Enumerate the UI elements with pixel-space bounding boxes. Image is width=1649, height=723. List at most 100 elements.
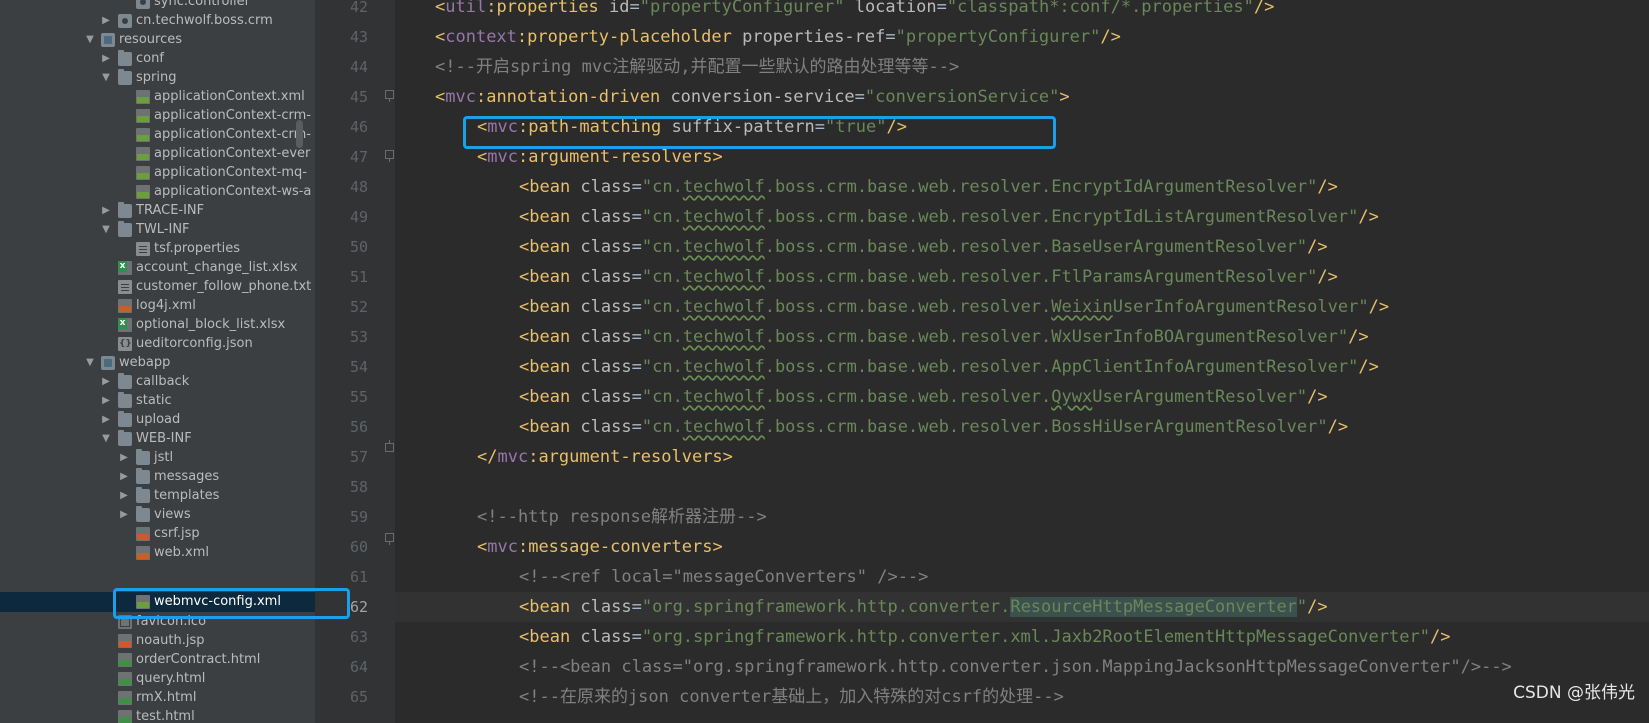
folder-icon bbox=[118, 69, 132, 85]
tree-item-label: tsf.properties bbox=[154, 241, 240, 256]
tree-item-file[interactable]: applicationContext-ever bbox=[0, 144, 315, 164]
chevron-right-icon[interactable]: ▶ bbox=[100, 410, 112, 430]
tree-item-cn-techwolf-boss-crm[interactable]: ▶ cn.techwolf.boss.crm bbox=[0, 11, 315, 31]
chevron-right-icon[interactable]: ▶ bbox=[100, 391, 112, 411]
folder-icon bbox=[118, 411, 132, 427]
tree-item-web-inf[interactable]: ▼ WEB-INF bbox=[0, 429, 315, 449]
tree-item-file[interactable]: log4j.xml bbox=[0, 296, 315, 316]
tree-item-label: TRACE-INF bbox=[136, 203, 205, 218]
tree-item-messages[interactable]: ▶ messages bbox=[0, 467, 315, 487]
jsp-file-icon bbox=[136, 527, 150, 541]
tree-item-file[interactable]: applicationContext-crm- bbox=[0, 125, 315, 145]
code-comment: <!--在原来的json converter基础上，加入特殊的对csrf的处理-… bbox=[519, 687, 1064, 707]
fold-marker-icon[interactable] bbox=[385, 90, 394, 102]
tree-item-file[interactable]: noauth.jsp bbox=[0, 631, 315, 651]
tree-item-label: applicationContext-ever bbox=[154, 146, 311, 161]
chevron-right-icon[interactable]: ▶ bbox=[118, 448, 130, 468]
package-icon bbox=[118, 14, 132, 28]
chevron-down-icon[interactable]: ▼ bbox=[84, 30, 96, 50]
tree-item-trace-inf[interactable]: ▶ TRACE-INF bbox=[0, 201, 315, 221]
tree-item-label: webapp bbox=[119, 355, 171, 370]
tree-item-file[interactable]: ueditorconfig.json bbox=[0, 334, 315, 354]
folder-icon bbox=[118, 221, 132, 237]
fold-marker-icon[interactable] bbox=[385, 150, 394, 162]
xml-file-icon bbox=[118, 299, 132, 313]
highlight-box-webmvc-config bbox=[113, 588, 350, 619]
chevron-right-icon[interactable]: ▶ bbox=[100, 11, 112, 31]
tree-item-label: query.html bbox=[136, 671, 206, 686]
tree-item-static[interactable]: ▶ static bbox=[0, 391, 315, 411]
tree-item-file[interactable]: rmX.html bbox=[0, 688, 315, 708]
tree-item-file[interactable]: applicationContext.xml bbox=[0, 87, 315, 107]
line-number: 46 bbox=[349, 118, 368, 136]
chevron-down-icon[interactable]: ▼ bbox=[100, 220, 112, 240]
tree-item-label: TWL-INF bbox=[136, 222, 190, 237]
tree-item-resources[interactable]: ▼ resources bbox=[0, 30, 315, 50]
tree-item-label: account_change_list.xlsx bbox=[136, 260, 298, 275]
tree-item-label: log4j.xml bbox=[136, 298, 196, 313]
chevron-right-icon[interactable]: ▶ bbox=[118, 486, 130, 506]
tree-item-label: cn.techwolf.boss.crm bbox=[136, 13, 273, 28]
tree-item-callback[interactable]: ▶ callback bbox=[0, 372, 315, 392]
tree-item-file[interactable]: applicationContext-ws-a bbox=[0, 182, 315, 202]
tree-item-webapp[interactable]: ▼ webapp bbox=[0, 353, 315, 373]
tree-item-file[interactable]: customer_follow_phone.txt bbox=[0, 277, 315, 297]
tree-item-file[interactable]: applicationContext-crm- bbox=[0, 106, 315, 126]
tree-item-label: callback bbox=[136, 374, 190, 389]
html-file-icon bbox=[118, 710, 132, 723]
fold-marker-icon[interactable] bbox=[385, 440, 394, 452]
tree-item-label: jstl bbox=[154, 450, 174, 465]
chevron-down-icon[interactable]: ▼ bbox=[100, 429, 112, 449]
tree-item-file[interactable]: orderContract.html bbox=[0, 650, 315, 670]
tree-item-file[interactable]: test.html bbox=[0, 707, 315, 723]
tree-item-label: templates bbox=[154, 488, 220, 503]
tree-item-label: views bbox=[154, 507, 191, 522]
tree-item-label: spring bbox=[136, 70, 177, 85]
line-number: 63 bbox=[349, 628, 368, 646]
tree-item-twl-inf[interactable]: ▼ TWL-INF bbox=[0, 220, 315, 240]
tree-item-label: customer_follow_phone.txt bbox=[136, 279, 312, 294]
folder-icon bbox=[118, 373, 132, 389]
chevron-right-icon[interactable]: ▶ bbox=[118, 467, 130, 487]
chevron-right-icon[interactable]: ▶ bbox=[118, 505, 130, 525]
tree-item-spring[interactable]: ▼ spring bbox=[0, 68, 315, 88]
code-editor[interactable]: <util:properties id="propertyConfigurer"… bbox=[395, 0, 1649, 723]
tree-item-file[interactable]: account_change_list.xlsx bbox=[0, 258, 315, 278]
html-file-icon bbox=[118, 691, 132, 705]
code-line: <bean class="cn.techwolf.boss.crm.base.w… bbox=[519, 387, 1328, 407]
tree-item-views[interactable]: ▶ views bbox=[0, 505, 315, 525]
folder-icon bbox=[136, 449, 150, 465]
tree-item-file[interactable]: web.xml bbox=[0, 543, 315, 563]
jsp-file-icon bbox=[118, 634, 132, 648]
tree-item-label: ueditorconfig.json bbox=[136, 336, 253, 351]
chevron-right-icon[interactable]: ▶ bbox=[100, 201, 112, 221]
tree-item-file[interactable]: tsf.properties bbox=[0, 239, 315, 259]
tree-item-file[interactable]: query.html bbox=[0, 669, 315, 689]
package-icon bbox=[136, 0, 150, 9]
tree-item-file[interactable]: csrf.jsp bbox=[0, 524, 315, 544]
tree-item-label: rmX.html bbox=[136, 690, 197, 705]
code-line: <context:property-placeholder properties… bbox=[435, 27, 1121, 47]
code-comment: <!--<bean class="org.springframework.htt… bbox=[519, 657, 1512, 677]
chevron-right-icon[interactable]: ▶ bbox=[100, 49, 112, 69]
tree-scrollbar[interactable] bbox=[296, 120, 303, 148]
line-number: 53 bbox=[349, 328, 368, 346]
code-line: <util:properties id="propertyConfigurer"… bbox=[435, 0, 1275, 17]
tree-item-upload[interactable]: ▶ upload bbox=[0, 410, 315, 430]
code-line-current: <bean class="org.springframework.http.co… bbox=[519, 597, 1328, 617]
excel-file-icon bbox=[118, 318, 132, 332]
tree-item-file[interactable]: optional_block_list.xlsx bbox=[0, 315, 315, 335]
chevron-down-icon[interactable]: ▼ bbox=[100, 68, 112, 88]
tree-item-jstl[interactable]: ▶ jstl bbox=[0, 448, 315, 468]
spring-xml-icon bbox=[136, 90, 150, 104]
tree-item-file[interactable]: applicationContext-mq- bbox=[0, 163, 315, 183]
tree-item-label: orderContract.html bbox=[136, 652, 261, 667]
chevron-right-icon[interactable]: ▶ bbox=[100, 372, 112, 392]
tree-item-templates[interactable]: ▶ templates bbox=[0, 486, 315, 506]
fold-marker-icon[interactable] bbox=[385, 533, 394, 545]
line-number: 55 bbox=[349, 388, 368, 406]
line-number: 43 bbox=[349, 28, 368, 46]
tree-item-conf[interactable]: ▶ conf bbox=[0, 49, 315, 69]
chevron-down-icon[interactable]: ▼ bbox=[84, 353, 96, 373]
line-number: 58 bbox=[349, 478, 368, 496]
